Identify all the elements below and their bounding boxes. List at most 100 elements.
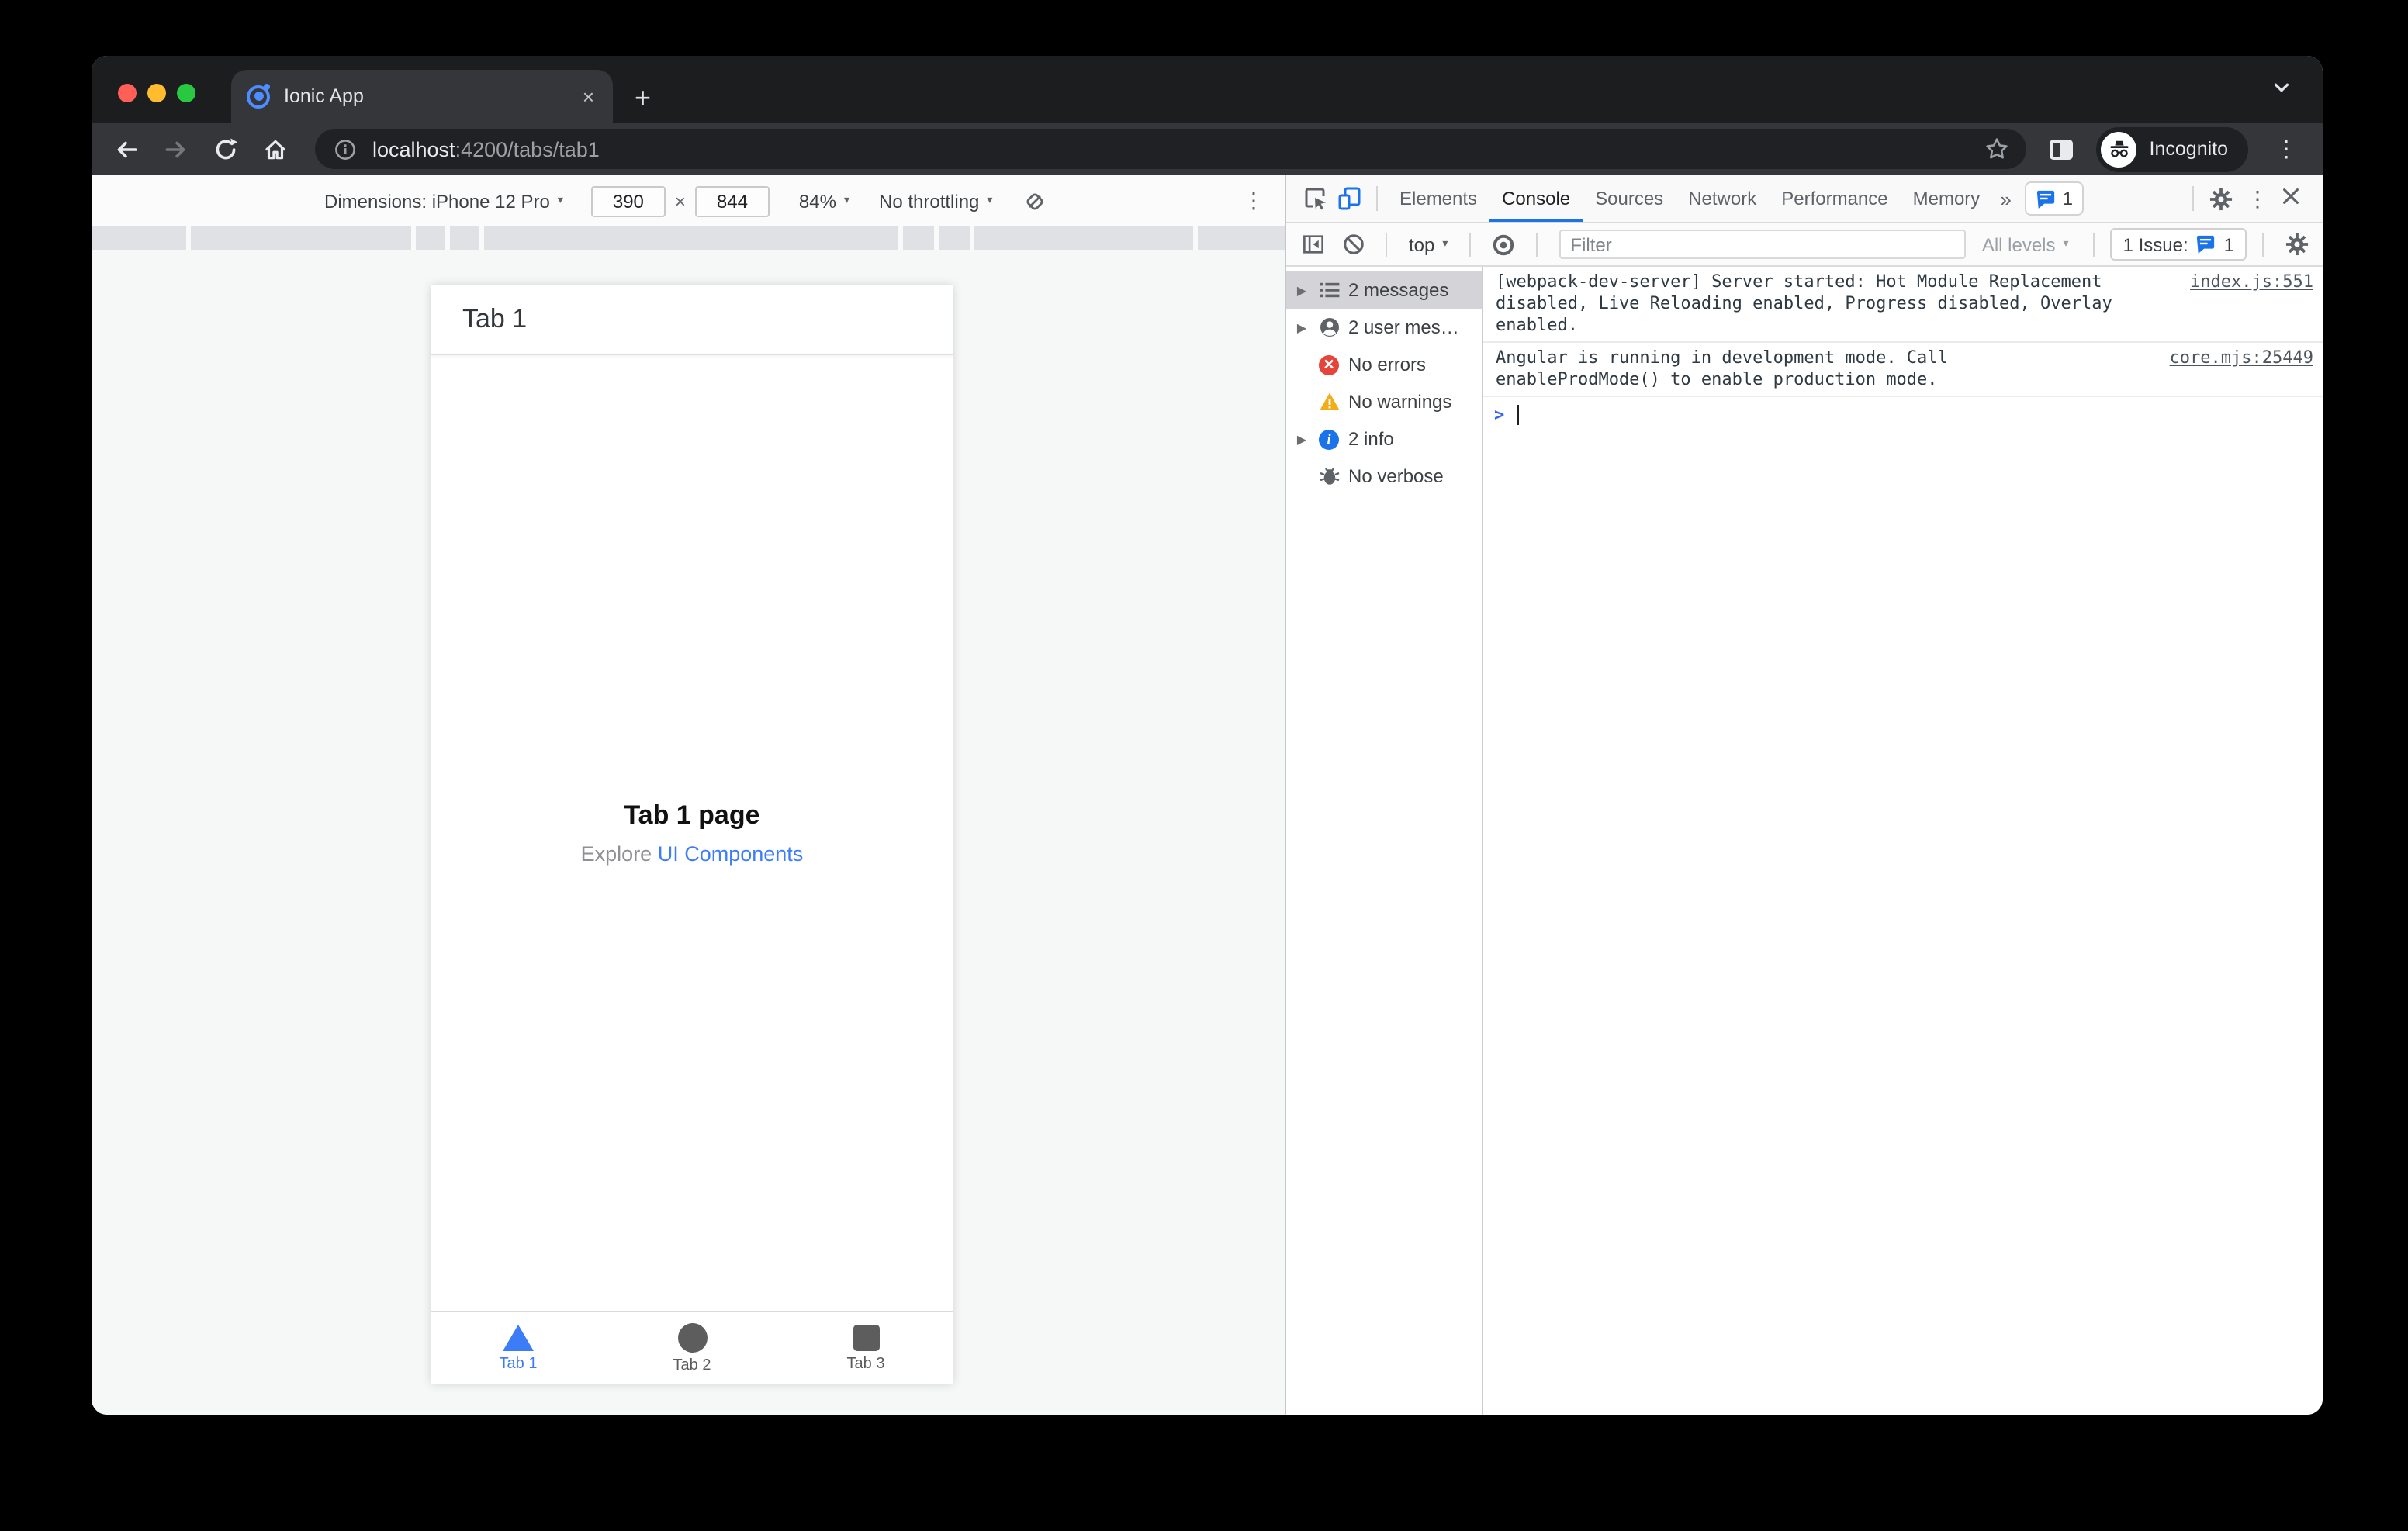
- context-selector[interactable]: top ▾: [1403, 233, 1454, 255]
- list-icon: [1317, 278, 1341, 302]
- new-tab-button[interactable]: +: [635, 84, 651, 112]
- address-bar: localhost:4200/tabs/tab1 Incognito ⋮: [92, 123, 2323, 175]
- devtools-tab-bar: Elements Console Sources Network Perform…: [1286, 175, 2323, 223]
- url-omnibox[interactable]: localhost:4200/tabs/tab1: [315, 129, 2027, 169]
- tab-close-icon[interactable]: ×: [580, 83, 597, 109]
- browser-window: Ionic App × + localhost:4200/tabs/tab1 I…: [92, 56, 2323, 1415]
- chevron-down-icon: ▾: [2063, 239, 2069, 250]
- device-height-input[interactable]: [694, 185, 770, 216]
- devtools-close-icon[interactable]: [2278, 186, 2310, 211]
- throttling-selector[interactable]: No throttling ▾: [879, 190, 992, 212]
- console-settings-icon[interactable]: [2279, 227, 2313, 261]
- app-header: Tab 1: [431, 285, 953, 355]
- console-source-link[interactable]: index.js:551: [2174, 271, 2313, 293]
- console-sidebar-toggle-icon[interactable]: [1296, 227, 1330, 261]
- devtools-panel: Elements Console Sources Network Perform…: [1285, 175, 2323, 1415]
- tab-network[interactable]: Network: [1676, 175, 1769, 222]
- prompt-chevron-icon: >: [1494, 405, 1505, 425]
- app-tab-bar: Tab 1 Tab 2 Tab 3: [431, 1311, 953, 1384]
- text-cursor: [1517, 405, 1519, 425]
- message-bubble-icon: [2037, 189, 2055, 208]
- page-canvas: Tab 1 Tab 1 page Explore UI Components T…: [92, 250, 1285, 1415]
- issues-badge[interactable]: 1: [2025, 181, 2085, 216]
- device-viewport: Tab 1 Tab 1 page Explore UI Components T…: [431, 285, 953, 1384]
- zoom-selector[interactable]: 84% ▾: [799, 190, 849, 212]
- sidebar-item-warnings[interactable]: No warnings: [1286, 383, 1482, 420]
- tab-3-button[interactable]: Tab 3: [779, 1312, 953, 1384]
- page-heading: Tab 1 page: [624, 800, 760, 830]
- sidebar-item-messages[interactable]: ▶ 2 messages: [1286, 271, 1482, 309]
- console-toolbar: top ▾ All levels ▾ 1 Issue:: [1286, 223, 2323, 267]
- devtools-menu-icon[interactable]: ⋮: [2237, 185, 2278, 212]
- forward-icon[interactable]: [163, 136, 189, 162]
- tab-elements[interactable]: Elements: [1387, 175, 1489, 222]
- circle-icon: [677, 1322, 707, 1352]
- side-panel-icon[interactable]: [2050, 139, 2074, 159]
- explore-text: Explore UI Components: [580, 842, 804, 866]
- message-bubble-icon: [2197, 235, 2215, 254]
- console-message-text: Angular is running in development mode. …: [1496, 347, 1948, 389]
- home-icon[interactable]: [262, 136, 289, 162]
- app-header-title: Tab 1: [462, 304, 528, 334]
- bug-icon: [1317, 465, 1341, 488]
- clear-console-icon[interactable]: [1336, 227, 1370, 261]
- chrome-menu-icon[interactable]: ⋮: [2271, 137, 2301, 161]
- console-source-link[interactable]: core.mjs:25449: [2154, 347, 2313, 369]
- ionic-logo-icon: [247, 83, 270, 108]
- rotate-device-icon[interactable]: [1022, 188, 1047, 213]
- device-width-input[interactable]: [590, 185, 666, 216]
- sidebar-item-errors[interactable]: ✕ No errors: [1286, 346, 1482, 383]
- zoom-window-button[interactable]: [177, 84, 195, 102]
- bookmark-star-icon[interactable]: [1984, 136, 2010, 162]
- sidebar-item-verbose[interactable]: No verbose: [1286, 458, 1482, 495]
- tab-1-button[interactable]: Tab 1: [431, 1312, 605, 1384]
- device-selector[interactable]: Dimensions: iPhone 12 Pro ▾: [324, 190, 563, 212]
- tab-sources[interactable]: Sources: [1583, 175, 1676, 222]
- dimensions-times-label: ×: [674, 190, 686, 212]
- console-prompt[interactable]: >: [1483, 397, 2323, 431]
- live-expression-eye-icon[interactable]: [1486, 227, 1521, 261]
- media-query-bar[interactable]: [92, 226, 1285, 250]
- console-message: Angular is running in development mode. …: [1483, 343, 2323, 397]
- browser-tab[interactable]: Ionic App ×: [231, 70, 613, 123]
- tab-console[interactable]: Console: [1489, 175, 1583, 222]
- more-tabs-icon[interactable]: »: [1992, 187, 2019, 210]
- tab-memory[interactable]: Memory: [1901, 175, 1993, 222]
- tab-search-chevron-icon[interactable]: [2271, 78, 2292, 105]
- inspect-element-icon[interactable]: [1299, 181, 1333, 216]
- chevron-down-icon: ▾: [843, 195, 849, 206]
- traffic-lights: [118, 84, 195, 102]
- chevron-down-icon: ▾: [557, 195, 563, 206]
- disclosure-triangle-icon[interactable]: ▶: [1294, 432, 1310, 446]
- info-icon: i: [1317, 427, 1341, 451]
- device-toggle-icon[interactable]: [1333, 181, 1367, 216]
- tab-2-button[interactable]: Tab 2: [605, 1312, 779, 1384]
- issues-counter-button[interactable]: 1 Issue: 1: [2110, 228, 2247, 261]
- console-message: [webpack-dev-server] Server started: Hot…: [1483, 267, 2323, 343]
- close-window-button[interactable]: [118, 84, 137, 102]
- triangle-icon: [503, 1324, 534, 1350]
- url-text: localhost:4200/tabs/tab1: [372, 137, 600, 161]
- sidebar-item-info[interactable]: ▶ i 2 info: [1286, 420, 1482, 458]
- log-levels-selector[interactable]: All levels ▾: [1973, 233, 2078, 255]
- reload-icon[interactable]: [213, 136, 239, 162]
- disclosure-triangle-icon[interactable]: ▶: [1294, 320, 1310, 334]
- device-toolbar-menu-icon[interactable]: ⋮: [1243, 188, 1265, 214]
- user-icon: [1317, 316, 1341, 339]
- ui-components-link[interactable]: UI Components: [658, 842, 804, 866]
- warning-icon: [1317, 390, 1341, 413]
- back-icon[interactable]: [113, 136, 140, 162]
- site-info-icon[interactable]: [332, 136, 358, 162]
- devtools-settings-icon[interactable]: [2203, 181, 2237, 216]
- console-sidebar: ▶ 2 messages ▶ 2 user mes… ✕ No errors N…: [1286, 267, 1483, 1415]
- tab-performance[interactable]: Performance: [1769, 175, 1900, 222]
- disclosure-triangle-icon[interactable]: ▶: [1294, 283, 1310, 297]
- page-pane: Dimensions: iPhone 12 Pro ▾ × 84% ▾ No t…: [92, 175, 1285, 1415]
- console-message-text: [webpack-dev-server] Server started: Hot…: [1496, 271, 2112, 335]
- console-filter-input[interactable]: [1559, 230, 1967, 259]
- browser-tab-strip: Ionic App × +: [92, 56, 2323, 123]
- chevron-down-icon: ▾: [1442, 239, 1448, 250]
- console-messages: [webpack-dev-server] Server started: Hot…: [1483, 267, 2323, 1415]
- minimize-window-button[interactable]: [147, 84, 166, 102]
- sidebar-item-user-messages[interactable]: ▶ 2 user mes…: [1286, 309, 1482, 346]
